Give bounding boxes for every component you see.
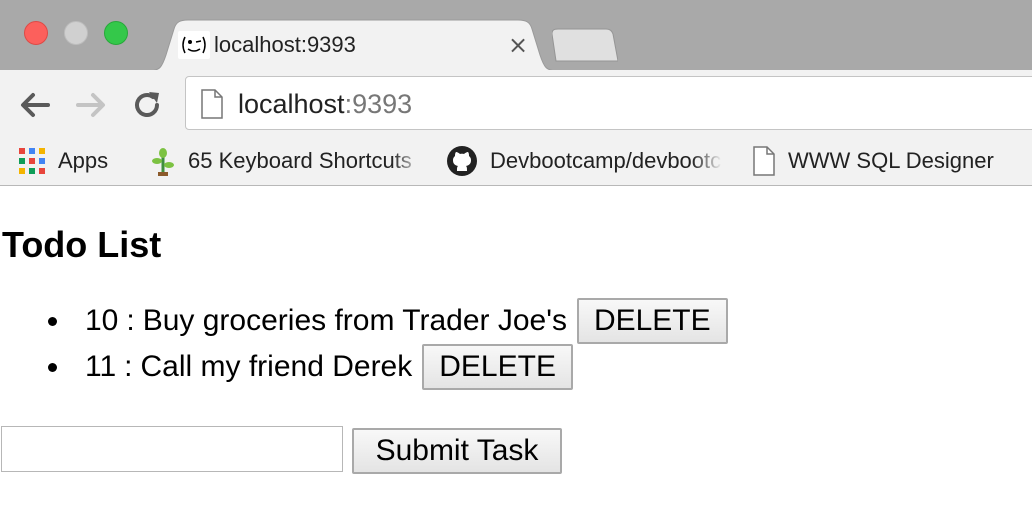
window-maximize-button[interactable] xyxy=(104,21,128,45)
todo-separator: : xyxy=(124,350,133,383)
bookmark-label: Apps xyxy=(58,148,109,173)
bookmark-sql-designer[interactable]: WWW SQL Designer xyxy=(752,146,994,176)
plant-icon xyxy=(152,148,174,176)
github-icon xyxy=(447,146,477,176)
browser-tab-active[interactable]: localhost:9393 × xyxy=(148,19,558,71)
bookmark-keyboard-shortcuts[interactable]: 65 Keyboard Shortcuts xyxy=(150,146,422,176)
new-tab-button[interactable] xyxy=(552,28,618,62)
todo-id: 10 xyxy=(85,304,119,337)
submit-task-button[interactable]: Submit Task xyxy=(352,428,562,474)
label-fade xyxy=(392,146,422,176)
bookmark-apps[interactable]: Apps xyxy=(18,146,108,176)
delete-button[interactable]: DELETE xyxy=(422,344,573,390)
delete-button[interactable]: DELETE xyxy=(576,298,728,344)
tab-title: localhost:9393 xyxy=(214,32,356,57)
address-bar[interactable]: localhost:9393 xyxy=(185,76,1032,130)
bookmark-label: 65 Keyboard Shortcuts xyxy=(188,148,412,173)
todo-item: 10 : Buy groceries from Trader Joe's DEL… xyxy=(44,298,728,344)
forward-arrow-icon[interactable] xyxy=(74,88,108,122)
todo-item: 11 : Call my friend Derek DELETE xyxy=(44,344,728,390)
url-port: :9393 xyxy=(344,89,413,119)
bookmark-label: WWW SQL Designer xyxy=(788,148,994,173)
tab-close-icon[interactable]: × xyxy=(508,31,528,59)
window-close-button[interactable] xyxy=(24,21,48,45)
smiley-favicon-icon xyxy=(178,31,210,59)
todo-separator: : xyxy=(126,304,135,337)
url-text: localhost:9393 xyxy=(238,89,412,120)
task-input[interactable] xyxy=(1,426,343,472)
bullet-icon xyxy=(48,316,57,326)
bookmarks-bar: Apps 65 Keyboard Shortcuts Devbootcamp/d… xyxy=(0,136,1032,186)
bookmark-label: Devbootcamp/devbootcamp xyxy=(490,148,722,173)
back-arrow-icon[interactable] xyxy=(18,88,52,122)
browser-toolbar: localhost:9393 xyxy=(0,70,1032,136)
page-title: Todo List xyxy=(2,224,162,265)
page-icon xyxy=(201,89,223,119)
todo-list: 10 : Buy groceries from Trader Joe's DEL… xyxy=(44,298,728,390)
todo-id: 11 xyxy=(85,350,117,383)
window-titlebar: localhost:9393 × xyxy=(0,0,1032,71)
todo-text: Buy groceries from Trader Joe's xyxy=(142,304,567,337)
apps-grid-icon xyxy=(19,148,45,174)
page-content: Todo List 10 : Buy groceries from Trader… xyxy=(0,186,1032,526)
page-icon xyxy=(753,146,775,176)
url-host: localhost xyxy=(238,89,345,119)
bullet-icon xyxy=(48,362,57,372)
todo-text: Call my friend Derek xyxy=(140,350,413,383)
label-fade xyxy=(692,146,722,176)
reload-icon[interactable] xyxy=(130,88,164,122)
window-minimize-button[interactable] xyxy=(64,21,88,45)
bookmark-devbootcamp[interactable]: Devbootcamp/devbootcamp xyxy=(446,146,722,176)
